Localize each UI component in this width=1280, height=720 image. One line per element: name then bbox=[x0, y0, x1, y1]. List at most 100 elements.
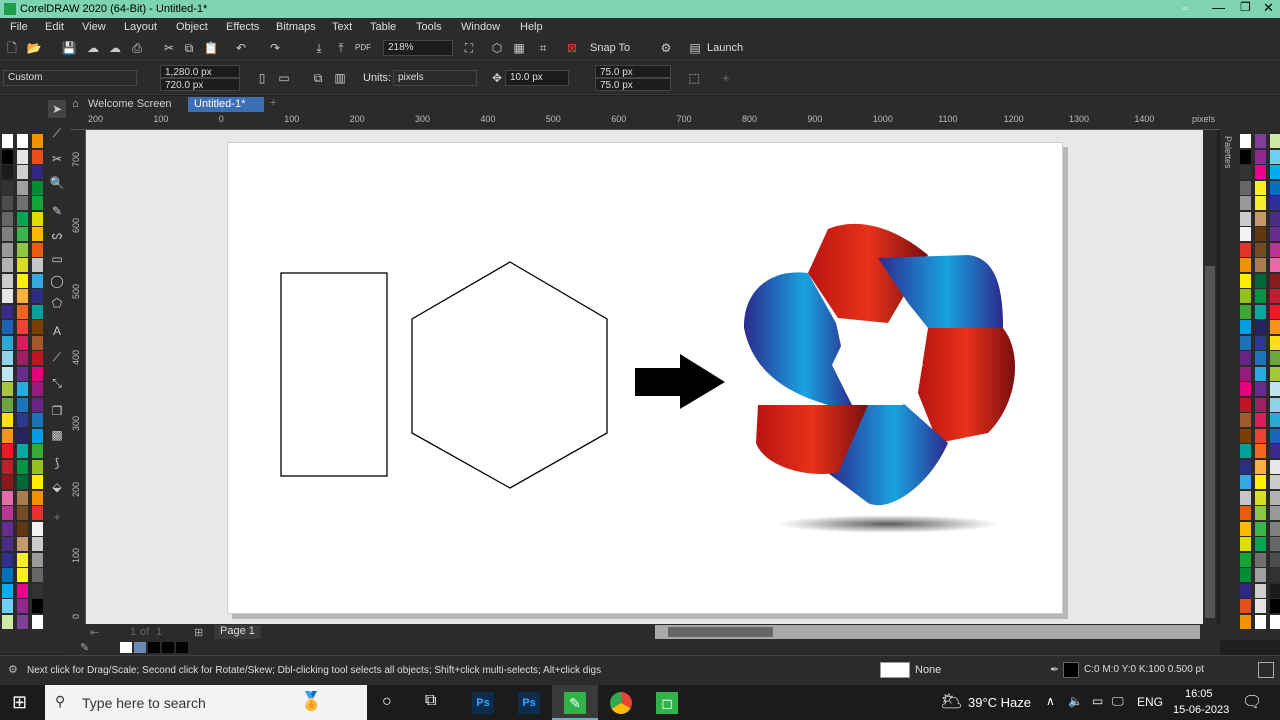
color-swatch[interactable] bbox=[32, 304, 43, 319]
windows-start-icon[interactable]: ⊞ bbox=[12, 692, 27, 713]
weather-text[interactable]: 39°C Haze bbox=[968, 695, 1031, 710]
save-icon[interactable]: 💾 bbox=[60, 39, 78, 57]
menu-view[interactable]: View bbox=[82, 21, 106, 33]
page-height-field[interactable]: 720.0 px bbox=[160, 78, 240, 91]
restore-icon[interactable]: ▫ bbox=[1183, 1, 1187, 15]
color-swatch[interactable] bbox=[1240, 351, 1251, 365]
duplicate-x-field[interactable]: 75.0 px bbox=[595, 65, 671, 78]
color-swatch[interactable] bbox=[17, 149, 28, 164]
doc-swatch-blue[interactable] bbox=[134, 642, 146, 653]
launch-dropdown[interactable]: Launch bbox=[707, 42, 743, 54]
color-swatch[interactable] bbox=[17, 428, 28, 443]
color-swatch[interactable] bbox=[1255, 134, 1266, 148]
full-screen-icon[interactable]: ⬡ bbox=[488, 39, 506, 57]
color-swatch[interactable] bbox=[1270, 149, 1280, 164]
add-icon[interactable]: + bbox=[717, 69, 735, 87]
arrow-shape[interactable] bbox=[635, 354, 725, 409]
color-swatch[interactable] bbox=[32, 506, 43, 520]
color-swatch[interactable] bbox=[1255, 428, 1266, 443]
color-swatch[interactable] bbox=[17, 211, 28, 226]
color-swatch[interactable] bbox=[17, 459, 28, 474]
color-swatch[interactable] bbox=[1255, 413, 1266, 427]
color-swatch[interactable] bbox=[1270, 196, 1280, 210]
cloud-upload-icon[interactable]: ☁ bbox=[106, 39, 124, 57]
color-swatch[interactable] bbox=[17, 258, 28, 272]
menu-effects[interactable]: Effects bbox=[226, 21, 259, 33]
color-swatch[interactable] bbox=[32, 413, 43, 427]
color-swatch[interactable] bbox=[1270, 568, 1280, 582]
color-swatch[interactable] bbox=[1255, 537, 1266, 551]
color-swatch[interactable] bbox=[1255, 475, 1266, 489]
new-tab-icon[interactable]: + bbox=[270, 97, 276, 109]
pdf-icon[interactable]: PDF bbox=[354, 39, 372, 57]
color-swatch[interactable] bbox=[1255, 242, 1266, 257]
photoshop-2-taskbar-icon[interactable]: Ps bbox=[518, 692, 540, 714]
tray-chevron-icon[interactable]: ∧ bbox=[1046, 694, 1055, 708]
color-swatch[interactable] bbox=[17, 180, 28, 195]
color-swatch[interactable] bbox=[2, 475, 13, 489]
color-swatch[interactable] bbox=[1255, 397, 1266, 412]
color-swatch[interactable] bbox=[2, 599, 13, 613]
color-swatch[interactable] bbox=[17, 351, 28, 365]
color-swatch[interactable] bbox=[1240, 335, 1251, 350]
taskbar-search-box[interactable]: ⚲ Type here to search 🏅 bbox=[45, 685, 367, 720]
color-swatch[interactable] bbox=[1240, 475, 1251, 489]
palettes-docker-tab[interactable]: Palettes bbox=[1223, 136, 1233, 169]
coreldraw-2-taskbar-icon[interactable]: ◻ bbox=[656, 692, 678, 714]
color-swatch[interactable] bbox=[17, 134, 28, 148]
color-swatch[interactable] bbox=[2, 506, 13, 520]
new-document-icon[interactable]: 🗋 bbox=[3, 39, 21, 57]
color-swatch[interactable] bbox=[32, 366, 43, 381]
color-swatch[interactable] bbox=[1270, 258, 1280, 272]
color-swatch[interactable] bbox=[2, 397, 13, 412]
color-swatch[interactable] bbox=[32, 335, 43, 350]
treat-as-filled-icon[interactable]: ⬚ bbox=[685, 69, 703, 87]
language-indicator[interactable]: ENG bbox=[1137, 695, 1163, 709]
color-swatch[interactable] bbox=[17, 599, 28, 613]
color-swatch[interactable] bbox=[1255, 552, 1266, 567]
color-swatch[interactable] bbox=[32, 428, 43, 443]
color-swatch[interactable] bbox=[1255, 583, 1266, 598]
drawing-workspace[interactable] bbox=[86, 130, 1203, 624]
color-swatch[interactable] bbox=[1240, 413, 1251, 427]
color-swatch[interactable] bbox=[1240, 227, 1251, 241]
color-swatch[interactable] bbox=[32, 351, 43, 365]
color-swatch[interactable] bbox=[1240, 382, 1251, 396]
color-swatch[interactable] bbox=[17, 304, 28, 319]
color-swatch[interactable] bbox=[1255, 304, 1266, 319]
page-width-field[interactable]: 1,280.0 px bbox=[160, 65, 240, 78]
rectangle-tool-icon[interactable]: ▭ bbox=[48, 250, 66, 268]
color-swatch[interactable] bbox=[17, 475, 28, 489]
outline-swatch-black[interactable] bbox=[1063, 662, 1079, 678]
color-swatch[interactable] bbox=[17, 227, 28, 241]
paste-icon[interactable]: 📋 bbox=[202, 39, 220, 57]
hexagon-ribbon-logo[interactable] bbox=[743, 223, 1015, 506]
network-icon[interactable]: 🖵 bbox=[1112, 694, 1124, 709]
task-view-icon[interactable]: ⧉ bbox=[425, 692, 436, 710]
color-swatch[interactable] bbox=[1240, 537, 1251, 551]
grid-icon[interactable]: ▦ bbox=[510, 39, 528, 57]
color-swatch[interactable] bbox=[1270, 227, 1280, 241]
crop-tool-icon[interactable]: ✂ bbox=[48, 150, 66, 168]
color-swatch[interactable] bbox=[17, 537, 28, 551]
color-swatch[interactable] bbox=[1255, 459, 1266, 474]
color-swatch[interactable] bbox=[1270, 397, 1280, 412]
units-combo[interactable]: pixels bbox=[393, 70, 477, 86]
fill-swatch-none[interactable] bbox=[880, 662, 910, 678]
color-swatch[interactable] bbox=[1270, 180, 1280, 195]
expand-icon[interactable] bbox=[1258, 662, 1274, 678]
color-swatch[interactable] bbox=[32, 444, 43, 458]
color-swatch[interactable] bbox=[32, 397, 43, 412]
photoshop-taskbar-icon[interactable]: Ps bbox=[472, 692, 494, 714]
color-swatch[interactable] bbox=[1255, 444, 1266, 458]
color-swatch[interactable] bbox=[1255, 227, 1266, 241]
color-swatch[interactable] bbox=[1255, 149, 1266, 164]
maximize-button[interactable]: ❐ bbox=[1240, 0, 1251, 14]
menu-help[interactable]: Help bbox=[520, 21, 543, 33]
color-swatch[interactable] bbox=[1240, 258, 1251, 272]
color-swatch[interactable] bbox=[1240, 273, 1251, 288]
color-swatch[interactable] bbox=[1270, 444, 1280, 458]
color-swatch[interactable] bbox=[1255, 211, 1266, 226]
color-swatch[interactable] bbox=[17, 335, 28, 350]
color-swatch[interactable] bbox=[17, 242, 28, 257]
